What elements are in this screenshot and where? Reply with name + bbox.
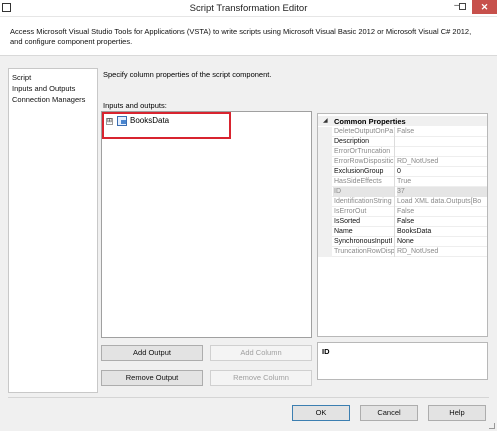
property-description-box: ID	[317, 342, 488, 380]
cancel-button[interactable]: Cancel	[360, 405, 418, 421]
property-row[interactable]: Description	[318, 137, 487, 147]
instructions-text: Specify column properties of the script …	[103, 70, 272, 79]
inputs-outputs-label: Inputs and outputs:	[103, 101, 167, 110]
property-name: IsErrorOut	[333, 207, 395, 217]
window-title: Script Transformation Editor	[189, 3, 308, 14]
property-row[interactable]: ErrorRowDispositic RD_NotUsed	[318, 157, 487, 167]
remove-column-button[interactable]: Remove Column	[210, 370, 312, 386]
property-name: Description	[333, 137, 395, 147]
property-gutter	[318, 157, 332, 167]
property-row[interactable]: ID 37	[318, 187, 487, 197]
property-gutter	[318, 177, 332, 187]
property-gutter	[318, 187, 332, 197]
category-header[interactable]: ◢ Common Properties	[318, 116, 487, 126]
property-gutter	[318, 237, 332, 247]
ok-button[interactable]: OK	[292, 405, 350, 421]
property-row[interactable]: TruncationRowDisp RD_NotUsed	[318, 247, 487, 257]
property-value	[397, 147, 487, 157]
property-gutter	[318, 197, 332, 207]
property-name: IdentificationString	[333, 197, 395, 207]
property-name: HasSideEffects	[333, 177, 395, 187]
close-button[interactable]: ✕	[472, 0, 497, 14]
title-bar: Script Transformation Editor – ✕	[0, 0, 497, 17]
header-description: Access Microsoft Visual Studio Tools for…	[10, 27, 472, 46]
output-icon	[117, 116, 127, 126]
add-column-button[interactable]: Add Column	[210, 345, 312, 361]
property-row[interactable]: IsErrorOut False	[318, 207, 487, 217]
property-gutter	[318, 217, 332, 227]
property-gutter	[318, 167, 332, 177]
help-button[interactable]: Help	[428, 405, 486, 421]
property-value: False	[397, 128, 415, 135]
properties-grid[interactable]: ◢ Common Properties DeleteOutputOnPa Fals…	[317, 113, 488, 337]
inputs-outputs-tree[interactable]: ⊞ BooksData	[101, 111, 312, 338]
property-row[interactable]: Name BooksData	[318, 227, 487, 237]
tree-node-label[interactable]: BooksData	[130, 116, 169, 125]
collapse-icon[interactable]: ◢	[323, 117, 328, 124]
property-name: ErrorOrTruncation	[333, 147, 395, 157]
property-value[interactable]: False	[397, 217, 487, 227]
remove-output-button[interactable]: Remove Output	[101, 370, 203, 386]
property-value[interactable]	[397, 137, 487, 147]
property-value: 37	[397, 187, 487, 197]
property-row[interactable]: HasSideEffects True	[318, 177, 487, 187]
property-value[interactable]: BooksData	[397, 227, 487, 237]
nav-panel: Script Inputs and Outputs Connection Man…	[8, 68, 98, 393]
property-row[interactable]: DeleteOutputOnPa False	[318, 127, 487, 137]
category-label: Common Properties	[334, 117, 406, 126]
property-value[interactable]: 0	[397, 167, 487, 177]
property-name: ErrorRowDispositic	[334, 157, 395, 167]
property-gutter	[318, 227, 332, 237]
property-gutter	[318, 147, 332, 157]
property-value: Load XML data.Outputs[Bo	[397, 198, 482, 205]
property-name: TruncationRowDisp	[334, 247, 395, 257]
property-row[interactable]: IdentificationString Load XML data.Output…	[318, 197, 487, 207]
property-gutter	[318, 127, 332, 137]
property-value[interactable]: None	[397, 237, 487, 247]
property-row[interactable]: SynchronousInputI None	[318, 237, 487, 247]
property-value: True	[397, 178, 412, 185]
property-name: ExclusionGroup	[333, 167, 395, 177]
property-name: IsSorted	[333, 217, 395, 227]
nav-item-inputs-outputs[interactable]: Inputs and Outputs	[12, 84, 75, 93]
property-row[interactable]: IsSorted False	[318, 217, 487, 227]
property-name: ID	[333, 187, 395, 197]
add-output-button[interactable]: Add Output	[101, 345, 203, 361]
property-gutter	[318, 207, 332, 217]
nav-item-connection-managers[interactable]: Connection Managers	[12, 95, 85, 104]
property-row[interactable]: ExclusionGroup 0	[318, 167, 487, 177]
header-panel: Access Microsoft Visual Studio Tools for…	[0, 17, 497, 56]
maximize-icon[interactable]	[459, 3, 466, 10]
property-gutter	[318, 137, 332, 147]
description-title: ID	[322, 347, 330, 356]
property-value: RD_NotUsed	[397, 248, 439, 255]
expand-icon[interactable]: ⊞	[106, 118, 113, 125]
property-row[interactable]: ErrorOrTruncation	[318, 147, 487, 157]
property-gutter	[318, 247, 332, 257]
property-name: DeleteOutputOnPa	[334, 127, 395, 137]
property-name: Name	[333, 227, 395, 237]
property-name: SynchronousInputI	[333, 237, 395, 247]
footer-divider	[8, 397, 489, 398]
property-value: False	[397, 208, 415, 215]
property-value: RD_NotUsed	[397, 158, 439, 165]
nav-item-script[interactable]: Script	[12, 73, 31, 82]
resize-grip-icon[interactable]	[489, 423, 495, 429]
